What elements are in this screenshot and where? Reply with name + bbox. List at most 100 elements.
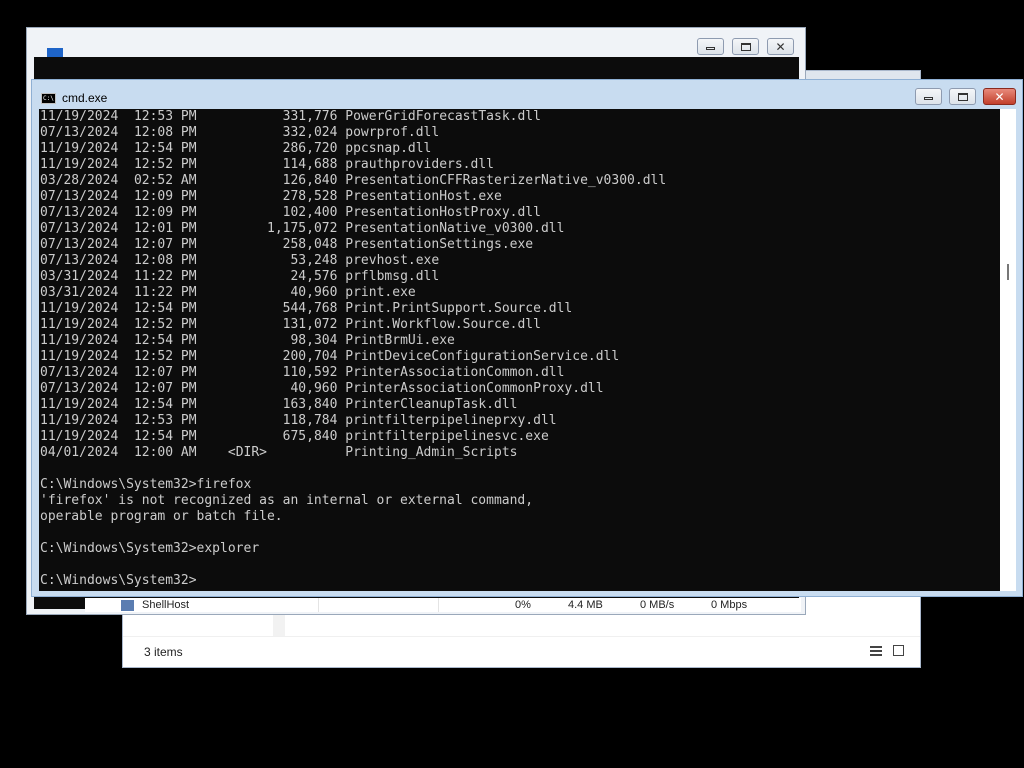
scrollbar-thumb[interactable]: [1007, 264, 1009, 280]
entry-size: 53,248: [196, 253, 338, 268]
entry-filename: PrintDeviceConfigurationService.dll: [345, 349, 620, 364]
dir-entry: 07/13/2024 12:01 PM 1,175,072 Presentati…: [40, 221, 1000, 237]
cmd-app-icon: C:\: [41, 93, 56, 104]
entry-date: 07/13/2024: [40, 205, 119, 220]
entry-filename: PresentationSettings.exe: [345, 237, 534, 252]
output-line: 'firefox' is not recognized as an intern…: [40, 493, 534, 508]
entry-date: 07/13/2024: [40, 253, 119, 268]
entry-time: 12:54 PM: [133, 333, 197, 348]
output-line: operable program or batch file.: [40, 509, 283, 524]
maximize-button[interactable]: [732, 38, 759, 55]
entry-size: 24,576: [196, 269, 338, 284]
dir-entry: 11/19/2024 12:54 PM 675,840 printfilterp…: [40, 429, 1000, 445]
entry-time: 12:54 PM: [133, 301, 197, 316]
entry-size: 131,072: [196, 317, 338, 332]
console-output[interactable]: 11/19/2024 12:53 PM 331,776 PowerGridFor…: [39, 109, 1000, 591]
entry-date: 07/13/2024: [40, 221, 119, 236]
entry-time: 11:22 PM: [133, 269, 197, 284]
close-button[interactable]: ✕: [767, 38, 794, 55]
process-memory: 4.4 MB: [568, 599, 603, 611]
console-scrollbar[interactable]: [1000, 109, 1016, 591]
entry-date: 07/13/2024: [40, 381, 119, 396]
entry-time: 11:22 PM: [133, 285, 197, 300]
dir-entry: 11/19/2024 12:54 PM 163,840 PrinterClean…: [40, 397, 1000, 413]
entry-date: 07/13/2024: [40, 365, 119, 380]
entry-filename: print.exe: [345, 285, 416, 300]
entry-time: 02:52 AM: [133, 173, 197, 188]
dir-entry: 11/19/2024 12:53 PM 331,776 PowerGridFor…: [40, 109, 1000, 125]
maximize-button[interactable]: [949, 88, 976, 105]
entry-time: 12:00 AM: [133, 445, 197, 460]
minimize-icon: [924, 97, 933, 100]
maximize-icon: [957, 92, 968, 101]
entry-time: 12:08 PM: [133, 253, 197, 268]
entry-size: 40,960: [196, 381, 338, 396]
entry-size: 163,840: [196, 397, 338, 412]
entry-filename: printfilterpipelinesvc.exe: [345, 429, 549, 444]
entry-size: 278,528: [196, 189, 338, 204]
entry-size: 118,784: [196, 413, 338, 428]
entry-filename: Print.PrintSupport.Source.dll: [345, 301, 573, 316]
entry-filename: PrinterAssociationCommonProxy.dll: [345, 381, 604, 396]
entry-size: 102,400: [196, 205, 338, 220]
minimize-button[interactable]: [697, 38, 724, 55]
entry-time: 12:08 PM: [133, 125, 197, 140]
entry-size: 98,304: [196, 333, 338, 348]
entry-filename: powrprof.dll: [345, 125, 440, 140]
minimize-button[interactable]: [915, 88, 942, 105]
entry-date: 11/19/2024: [40, 349, 119, 364]
entry-time: 12:53 PM: [133, 413, 197, 428]
cmd-title-bar[interactable]: C:\ cmd.exe ✕: [32, 80, 1022, 109]
dir-entry: 11/19/2024 12:53 PM 118,784 printfilterp…: [40, 413, 1000, 429]
entry-filename: PrinterCleanupTask.dll: [345, 397, 518, 412]
entry-time: 12:53 PM: [133, 109, 197, 124]
entry-time: 12:52 PM: [133, 317, 197, 332]
entry-size: 40,960: [196, 285, 338, 300]
dir-entry: 11/19/2024 12:54 PM 98,304 PrintBrmUi.ex…: [40, 333, 1000, 349]
dir-entry: 07/13/2024 12:07 PM 110,592 PrinterAssoc…: [40, 365, 1000, 381]
entry-date: 07/13/2024: [40, 189, 119, 204]
process-row[interactable]: ShellHost 0% 4.4 MB 0 MB/s 0 Mbps: [85, 598, 801, 612]
entry-size: 110,592: [196, 365, 338, 380]
entry-date: 11/19/2024: [40, 141, 119, 156]
explorer-status-bar: 3 items: [123, 636, 920, 667]
entry-time: 12:09 PM: [133, 189, 197, 204]
dir-entry: 07/13/2024 12:08 PM 53,248 prevhost.exe: [40, 253, 1000, 269]
entry-date: 04/01/2024: [40, 445, 119, 460]
entry-filename: PrintBrmUi.exe: [345, 333, 455, 348]
entry-date: 03/31/2024: [40, 285, 119, 300]
details-view-icon[interactable]: [870, 646, 882, 657]
cmd-window[interactable]: C:\ cmd.exe ✕ 11/19/2024 12:53 PM 331,77…: [31, 79, 1023, 597]
entry-time: 12:09 PM: [133, 205, 197, 220]
entry-filename: prevhost.exe: [345, 253, 440, 268]
dir-entry: 07/13/2024 12:07 PM 40,960 PrinterAssoci…: [40, 381, 1000, 397]
entry-filename: printfilterpipelineprxy.dll: [345, 413, 557, 428]
dir-entry: 11/19/2024 12:54 PM 286,720 ppcsnap.dll: [40, 141, 1000, 157]
entry-date: 11/19/2024: [40, 301, 119, 316]
dir-entry: 07/13/2024 12:07 PM 258,048 Presentation…: [40, 237, 1000, 253]
entry-date: 07/13/2024: [40, 125, 119, 140]
dir-entry: 07/13/2024 12:09 PM 102,400 Presentation…: [40, 205, 1000, 221]
close-button[interactable]: ✕: [983, 88, 1016, 105]
entry-filename: ppcsnap.dll: [345, 141, 432, 156]
dir-entry: 07/13/2024 12:09 PM 278,528 Presentation…: [40, 189, 1000, 205]
entry-size: 286,720: [196, 141, 338, 156]
entry-time: 12:52 PM: [133, 349, 197, 364]
dir-entry: 11/19/2024 12:52 PM 200,704 PrintDeviceC…: [40, 349, 1000, 365]
dir-entry: 11/19/2024 12:52 PM 114,688 prauthprovid…: [40, 157, 1000, 173]
entry-date: 11/19/2024: [40, 333, 119, 348]
minimize-icon: [706, 47, 715, 50]
entry-size: 331,776: [196, 109, 338, 124]
entry-filename: Print.Workflow.Source.dll: [345, 317, 541, 332]
entry-filename: PowerGridForecastTask.dll: [345, 109, 541, 124]
process-network: 0 Mbps: [711, 599, 748, 611]
entry-date: 03/31/2024: [40, 269, 119, 284]
entry-date: 03/28/2024: [40, 173, 119, 188]
large-icons-view-icon[interactable]: [893, 645, 904, 656]
entry-filename: PrinterAssociationCommon.dll: [345, 365, 565, 380]
entry-time: 12:54 PM: [133, 429, 197, 444]
prompt-line: C:\Windows\System32>explorer: [40, 541, 260, 556]
dir-entry: 03/31/2024 11:22 PM 24,576 prflbmsg.dll: [40, 269, 1000, 285]
entry-date: 11/19/2024: [40, 109, 119, 124]
entry-size: 126,840: [196, 173, 338, 188]
